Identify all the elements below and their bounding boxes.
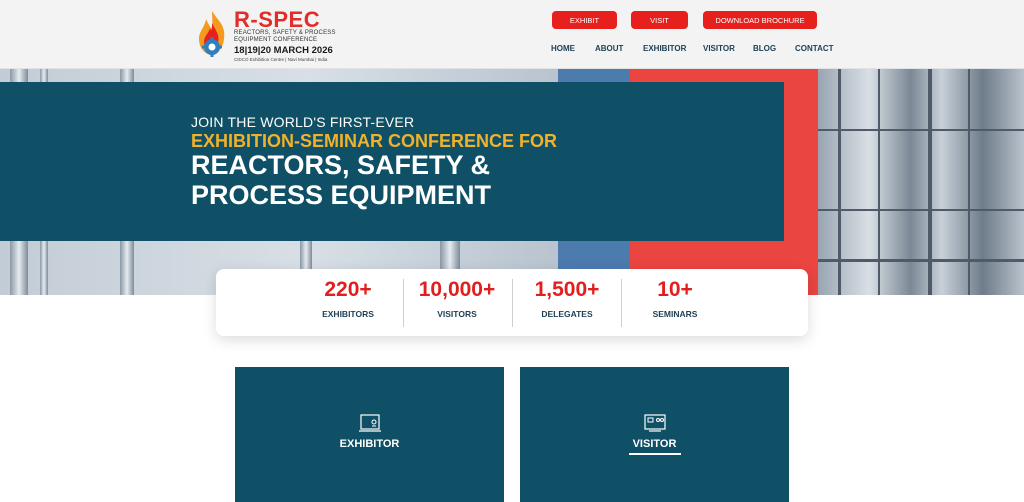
stat-value: 10+: [657, 278, 693, 301]
event-venue: CIDCO Exhibition Centre | Navi Mumbai | …: [234, 57, 328, 62]
stat-visitors: 10,000+ VISITORS: [402, 269, 512, 336]
hero-structure-line: [818, 129, 1024, 131]
hero-line-2: EXHIBITION-SEMINAR CONFERENCE FOR: [191, 131, 558, 151]
hero-industrial-image: [818, 69, 1024, 295]
nav-home[interactable]: HOME: [551, 44, 575, 53]
stat-label: EXHIBITORS: [322, 309, 374, 319]
site-logo[interactable]: R-SPEC Reactors, Safety & Process Equipm…: [192, 7, 352, 63]
stat-seminars: 10+ SEMINARS: [620, 269, 730, 336]
hero-line-1: JOIN THE WORLD'S FIRST-EVER: [191, 114, 415, 130]
visitor-card-underline: [628, 453, 681, 455]
stat-value: 10,000+: [418, 278, 496, 301]
download-brochure-button[interactable]: DOWNLOAD BROCHURE: [703, 11, 817, 29]
visit-button[interactable]: VISIT: [631, 11, 688, 29]
nav-blog[interactable]: BLOG: [753, 44, 776, 53]
hero-structure-line: [818, 259, 1024, 262]
stat-label: VISITORS: [437, 309, 477, 319]
stats-panel: 220+ EXHIBITORS 10,000+ VISITORS 1,500+ …: [216, 269, 808, 336]
site-header: R-SPEC Reactors, Safety & Process Equipm…: [0, 0, 1024, 69]
exhibitor-card[interactable]: EXHIBITOR: [235, 367, 504, 502]
exhibitor-card-label: EXHIBITOR: [339, 438, 400, 450]
visitor-card-label: VISITOR: [632, 438, 677, 450]
stat-label: DELEGATES: [541, 309, 593, 319]
stat-value: 1,500+: [534, 278, 600, 301]
brand-subtitle: Reactors, Safety & Process Equipment Con…: [234, 30, 336, 43]
visitor-card[interactable]: VISITOR: [520, 367, 789, 502]
stat-exhibitors: 220+ EXHIBITORS: [293, 269, 403, 336]
stat-label: SEMINARS: [652, 309, 698, 319]
flame-logo-icon: [199, 11, 225, 57]
stat-value: 220+: [324, 278, 372, 301]
nav-about[interactable]: ABOUT: [595, 44, 623, 53]
nav-visitor[interactable]: VISITOR: [703, 44, 735, 53]
hero-heading: REACTORS, SAFETY & PROCESS EQUIPMENT: [191, 150, 591, 210]
event-dates: 18|19|20 MARCH 2026: [234, 45, 333, 56]
visitor-screen-icon: [643, 414, 666, 432]
exhibitor-booth-icon: [358, 414, 381, 432]
nav-exhibitor[interactable]: EXHIBITOR: [643, 44, 686, 53]
stat-delegates: 1,500+ DELEGATES: [512, 269, 622, 336]
nav-contact[interactable]: CONTACT: [795, 44, 834, 53]
hero-line-4: PROCESS EQUIPMENT: [191, 180, 492, 210]
exhibit-button[interactable]: EXHIBIT: [552, 11, 617, 29]
hero-structure-line: [818, 209, 1024, 211]
hero-line-3: REACTORS, SAFETY &: [191, 150, 491, 180]
